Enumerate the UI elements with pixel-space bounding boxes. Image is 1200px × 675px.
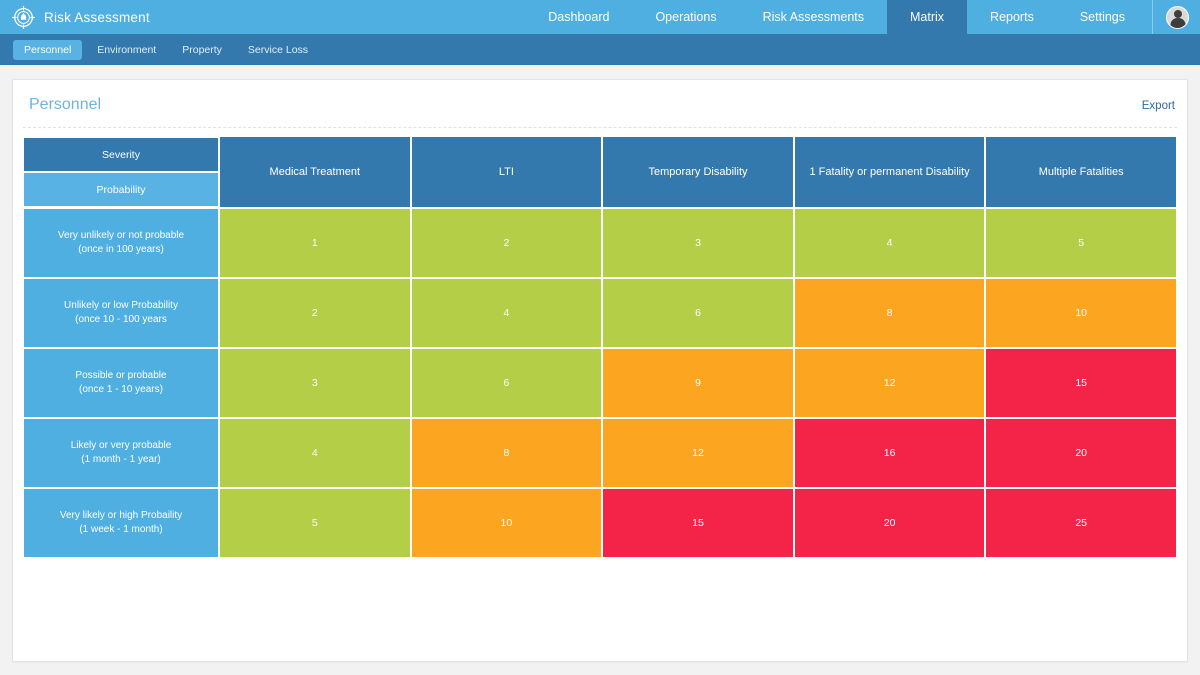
- column-header-medical-treatment: Medical Treatment: [219, 136, 411, 208]
- brand[interactable]: Risk Assessment: [0, 0, 164, 34]
- matrix-cell-r2c4[interactable]: 8: [793, 278, 986, 348]
- matrix-cell-r5c5[interactable]: 25: [985, 488, 1177, 558]
- matrix-cell-r4c5[interactable]: 20: [985, 418, 1177, 488]
- matrix-cell-r1c2[interactable]: 2: [410, 208, 603, 278]
- matrix-head: Severity Probability Medical Treatment L…: [23, 136, 1177, 208]
- matrix-cell-r5c2[interactable]: 10: [410, 488, 603, 558]
- page-title: Personnel: [29, 96, 102, 113]
- primary-nav: Dashboard Operations Risk Assessments Ma…: [525, 0, 1148, 34]
- subnav-item-environment[interactable]: Environment: [86, 40, 167, 60]
- row-header-line1: Unlikely or low Probability: [64, 299, 178, 311]
- target-crosshair-icon: [12, 5, 35, 29]
- subnav-item-service-loss[interactable]: Service Loss: [237, 40, 319, 60]
- matrix-cell-r4c2[interactable]: 8: [410, 418, 603, 488]
- matrix-cell-r5c4[interactable]: 20: [793, 488, 986, 558]
- matrix-cell-r3c2[interactable]: 6: [410, 348, 603, 418]
- page-content: Personnel Export Severity Probability Me…: [0, 65, 1200, 662]
- matrix-cell-r5c3[interactable]: 15: [602, 488, 794, 558]
- table-row: Possible or probable (once 1 - 10 years)…: [23, 348, 1177, 418]
- row-header-line1: Very unlikely or not probable: [57, 229, 185, 241]
- matrix-cell-r4c1[interactable]: 4: [219, 418, 411, 488]
- user-avatar-icon[interactable]: [1166, 5, 1189, 29]
- nav-item-dashboard[interactable]: Dashboard: [525, 0, 632, 34]
- row-header-line2: (1 week - 1 month): [79, 524, 163, 535]
- secondary-navigation-bar: Personnel Environment Property Service L…: [0, 34, 1200, 65]
- matrix-cell-r2c1[interactable]: 2: [219, 278, 411, 348]
- matrix-body: Very unlikely or not probable (once in 1…: [23, 208, 1177, 558]
- probability-label: Probability: [23, 172, 219, 207]
- app-title: Risk Assessment: [44, 9, 150, 25]
- row-header-very-likely: Very likely or high Probaility (1 week -…: [23, 488, 219, 558]
- avatar-body: [1170, 17, 1185, 28]
- matrix-cell-r2c5[interactable]: 10: [985, 278, 1177, 348]
- top-navigation-bar: Risk Assessment Dashboard Operations Ris…: [0, 0, 1200, 34]
- nav-item-reports[interactable]: Reports: [967, 0, 1057, 34]
- row-header-likely: Likely or very probable (1 month - 1 yea…: [23, 418, 219, 488]
- column-header-fatality-permanent-disability: 1 Fatality or permanent Disability: [793, 136, 986, 208]
- severity-label: Severity: [23, 137, 219, 172]
- row-header-line1: Possible or probable: [75, 369, 167, 381]
- row-header-line2: (once 10 - 100 years: [75, 314, 167, 325]
- avatar-container: [1152, 0, 1200, 34]
- matrix-corner-cell: Severity Probability: [23, 136, 219, 208]
- nav-item-operations[interactable]: Operations: [632, 0, 739, 34]
- row-header-line1: Very likely or high Probaility: [59, 509, 183, 521]
- row-header-line2: (1 month - 1 year): [81, 454, 161, 465]
- row-header-line2: (once in 100 years): [78, 244, 164, 255]
- matrix-cell-r4c4[interactable]: 16: [793, 418, 986, 488]
- matrix-cell-r4c3[interactable]: 12: [602, 418, 794, 488]
- subnav-item-personnel[interactable]: Personnel: [13, 39, 83, 60]
- row-header-line2: (once 1 - 10 years): [79, 384, 163, 395]
- table-row: Very likely or high Probaility (1 week -…: [23, 488, 1177, 558]
- matrix-cell-r1c5[interactable]: 5: [985, 208, 1177, 278]
- column-header-multiple-fatalities: Multiple Fatalities: [985, 136, 1177, 208]
- matrix-header-row: Severity Probability Medical Treatment L…: [23, 136, 1177, 208]
- risk-matrix-table: Severity Probability Medical Treatment L…: [23, 136, 1177, 558]
- card-header: Personnel Export: [23, 80, 1177, 128]
- nav-item-settings[interactable]: Settings: [1057, 0, 1148, 34]
- table-row: Very unlikely or not probable (once in 1…: [23, 208, 1177, 278]
- matrix-cell-r3c3[interactable]: 9: [602, 348, 794, 418]
- column-header-lti: LTI: [410, 136, 603, 208]
- matrix-card: Personnel Export Severity Probability Me…: [12, 79, 1188, 662]
- row-header-line1: Likely or very probable: [70, 439, 172, 451]
- matrix-cell-r2c2[interactable]: 4: [410, 278, 603, 348]
- column-header-temporary-disability: Temporary Disability: [602, 136, 794, 208]
- nav-item-risk-assessments[interactable]: Risk Assessments: [740, 0, 887, 34]
- subnav-item-property[interactable]: Property: [171, 40, 233, 60]
- avatar-head: [1173, 9, 1182, 18]
- matrix-cell-r1c3[interactable]: 3: [602, 208, 794, 278]
- matrix-cell-r3c4[interactable]: 12: [793, 348, 986, 418]
- matrix-cell-r3c5[interactable]: 15: [985, 348, 1177, 418]
- matrix-cell-r1c4[interactable]: 4: [793, 208, 986, 278]
- matrix-cell-r3c1[interactable]: 3: [219, 348, 411, 418]
- matrix-cell-r2c3[interactable]: 6: [602, 278, 794, 348]
- row-header-very-unlikely: Very unlikely or not probable (once in 1…: [23, 208, 219, 278]
- nav-item-matrix[interactable]: Matrix: [887, 0, 968, 34]
- table-row: Likely or very probable (1 month - 1 yea…: [23, 418, 1177, 488]
- table-row: Unlikely or low Probability (once 10 - 1…: [23, 278, 1177, 348]
- row-header-unlikely: Unlikely or low Probability (once 10 - 1…: [23, 278, 219, 348]
- matrix-cell-r5c1[interactable]: 5: [219, 488, 411, 558]
- row-header-possible: Possible or probable (once 1 - 10 years): [23, 348, 219, 418]
- export-link[interactable]: Export: [1142, 100, 1175, 112]
- matrix-cell-r1c1[interactable]: 1: [219, 208, 411, 278]
